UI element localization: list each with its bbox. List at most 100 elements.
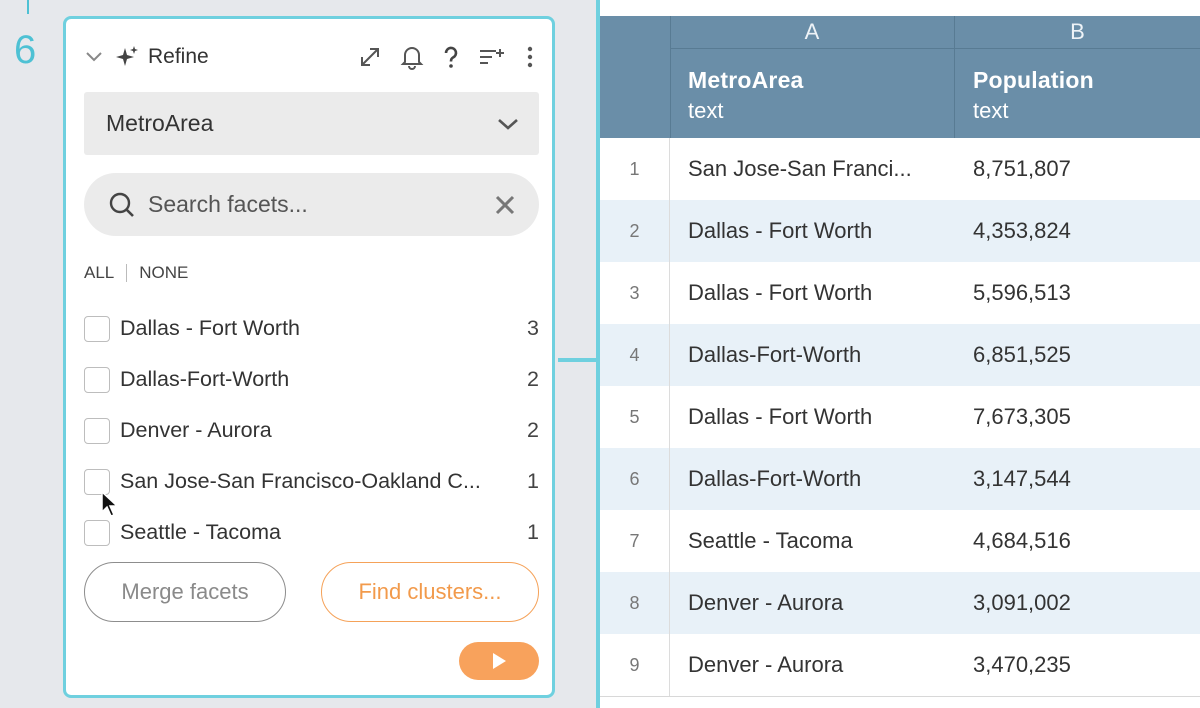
step-number: 6 <box>14 28 37 72</box>
facet-checkbox[interactable] <box>84 519 110 546</box>
column-letter: A <box>670 16 954 49</box>
cell-metroarea[interactable]: Denver - Aurora <box>670 590 955 616</box>
divider <box>126 264 128 282</box>
panel-connector <box>558 358 596 362</box>
facet-count: 1 <box>527 520 539 544</box>
row-number: 5 <box>600 386 670 448</box>
column-type: text <box>688 98 724 123</box>
column-select-value: MetroArea <box>106 110 214 136</box>
table-row: 8 Denver - Aurora 3,091,002 <box>600 572 1200 634</box>
row-number: 1 <box>600 138 670 200</box>
table-top-strip <box>600 0 1200 16</box>
row-number: 9 <box>600 634 670 696</box>
table-row: 6 Dallas-Fort-Worth 3,147,544 <box>600 448 1200 510</box>
column-type: text <box>973 98 1009 123</box>
search-input[interactable]: Search facets... <box>84 173 539 236</box>
column-name: Population <box>973 67 1094 93</box>
cell-population[interactable]: 3,147,544 <box>955 466 1071 492</box>
facet-count: 1 <box>527 469 539 493</box>
play-icon <box>493 653 506 669</box>
facet-label: Denver - Aurora <box>120 418 272 442</box>
table-row: 9 Denver - Aurora 3,470,235 <box>600 634 1200 696</box>
row-number: 8 <box>600 572 670 634</box>
cell-metroarea[interactable]: Denver - Aurora <box>670 652 955 678</box>
merge-facets-button[interactable]: Merge facets <box>84 562 286 622</box>
table-row: 4 Dallas-Fort-Worth 6,851,525 <box>600 324 1200 386</box>
row-number: 3 <box>600 262 670 324</box>
list-item[interactable]: Dallas-Fort-Worth 2 <box>84 354 539 405</box>
facet-label: Seattle - Tacoma <box>120 520 281 544</box>
row-number: 4 <box>600 324 670 386</box>
facet-label: San Jose-San Francisco-Oakland C... <box>120 469 481 493</box>
find-clusters-button[interactable]: Find clusters... <box>321 562 539 622</box>
table-row: 7 Seattle - Tacoma 4,684,516 <box>600 510 1200 572</box>
facet-label: Dallas - Fort Worth <box>120 316 300 340</box>
cell-population[interactable]: 3,091,002 <box>955 590 1071 616</box>
facet-checkbox[interactable] <box>84 315 110 342</box>
refine-panel: Refine MetroArea Search facets... ALL NO… <box>63 16 555 698</box>
data-table: A MetroArea text B Population text 1 San… <box>600 0 1200 708</box>
table-body: 1 San Jose-San Franci... 8,751,807 2 Dal… <box>600 138 1200 696</box>
list-item[interactable]: Dallas - Fort Worth 3 <box>84 303 539 354</box>
row-number: 2 <box>600 200 670 262</box>
chevron-down-icon <box>498 118 518 130</box>
cell-population[interactable]: 8,751,807 <box>955 156 1071 182</box>
table-row: 1 San Jose-San Franci... 8,751,807 <box>600 138 1200 200</box>
mouse-cursor-icon <box>101 490 119 517</box>
panel-header: Refine <box>84 41 534 73</box>
column-select[interactable]: MetroArea <box>84 92 539 155</box>
sparkle-icon <box>116 46 138 66</box>
help-icon[interactable] <box>442 45 460 69</box>
column-header-a[interactable]: A MetroArea text <box>670 16 955 138</box>
facet-count: 2 <box>527 418 539 442</box>
facet-checkbox[interactable] <box>84 366 110 393</box>
table-bottom-rule <box>600 696 1200 697</box>
facet-list: Dallas - Fort Worth 3 Dallas-Fort-Worth … <box>84 303 539 558</box>
close-icon[interactable] <box>495 195 515 215</box>
sort-add-icon[interactable] <box>478 45 508 69</box>
step-connector-line <box>27 0 29 14</box>
search-icon <box>109 192 134 217</box>
expand-icon[interactable] <box>358 45 382 69</box>
cell-metroarea[interactable]: Dallas - Fort Worth <box>670 404 955 430</box>
cell-metroarea[interactable]: Dallas - Fort Worth <box>670 280 955 306</box>
cell-metroarea[interactable]: Dallas-Fort-Worth <box>670 466 955 492</box>
panel-toolbar <box>358 44 534 70</box>
cell-metroarea[interactable]: San Jose-San Franci... <box>670 156 955 182</box>
cell-metroarea[interactable]: Dallas-Fort-Worth <box>670 342 955 368</box>
facet-count: 2 <box>527 367 539 391</box>
cell-population[interactable]: 3,470,235 <box>955 652 1071 678</box>
select-all-none: ALL NONE <box>84 263 188 283</box>
list-item[interactable]: San Jose-San Francisco-Oakland C... 1 <box>84 456 539 507</box>
cell-population[interactable]: 5,596,513 <box>955 280 1071 306</box>
cell-population[interactable]: 4,684,516 <box>955 528 1071 554</box>
column-header-b[interactable]: B Population text <box>955 16 1200 138</box>
table-row: 3 Dallas - Fort Worth 5,596,513 <box>600 262 1200 324</box>
select-none-link[interactable]: NONE <box>139 263 188 283</box>
more-vertical-icon[interactable] <box>526 45 534 69</box>
column-letter: B <box>955 16 1200 49</box>
select-all-link[interactable]: ALL <box>84 263 114 283</box>
facet-count: 3 <box>527 316 539 340</box>
list-item[interactable]: Seattle - Tacoma 1 <box>84 507 539 558</box>
run-button[interactable] <box>459 642 539 680</box>
column-name: MetroArea <box>688 67 804 93</box>
table-row: 2 Dallas - Fort Worth 4,353,824 <box>600 200 1200 262</box>
row-number: 7 <box>600 510 670 572</box>
list-item[interactable]: Denver - Aurora 2 <box>84 405 539 456</box>
cell-metroarea[interactable]: Seattle - Tacoma <box>670 528 955 554</box>
facet-label: Dallas-Fort-Worth <box>120 367 290 391</box>
facet-checkbox[interactable] <box>84 417 110 444</box>
row-index-header <box>600 16 671 138</box>
table-header: A MetroArea text B Population text <box>600 16 1200 138</box>
chevron-down-icon[interactable] <box>84 50 104 64</box>
cell-metroarea[interactable]: Dallas - Fort Worth <box>670 218 955 244</box>
bell-icon[interactable] <box>400 44 424 70</box>
cell-population[interactable]: 7,673,305 <box>955 404 1071 430</box>
search-placeholder: Search facets... <box>148 191 308 217</box>
row-number: 6 <box>600 448 670 510</box>
cell-population[interactable]: 6,851,525 <box>955 342 1071 368</box>
table-row: 5 Dallas - Fort Worth 7,673,305 <box>600 386 1200 448</box>
panel-title: Refine <box>148 45 209 68</box>
cell-population[interactable]: 4,353,824 <box>955 218 1071 244</box>
